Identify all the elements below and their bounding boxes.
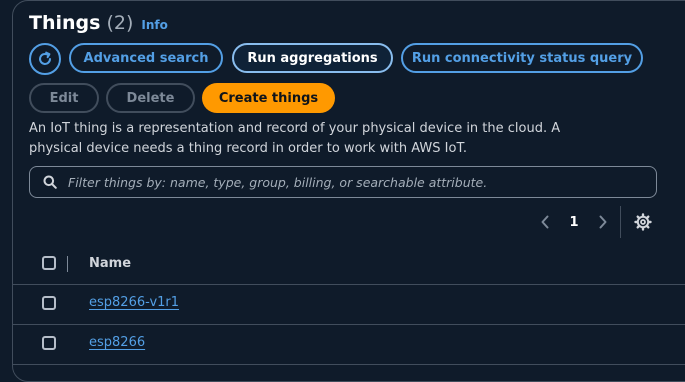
pagination-divider [620, 206, 621, 238]
filter-things-input[interactable] [66, 173, 640, 191]
row-checkbox[interactable] [42, 296, 56, 310]
delete-button[interactable]: Delete [106, 83, 195, 113]
description-text: An IoT thing is a representation and rec… [29, 121, 561, 156]
advanced-search-button[interactable]: Advanced search [69, 43, 223, 73]
row-checkbox[interactable] [42, 336, 56, 350]
filter-search-box[interactable] [29, 166, 657, 198]
refresh-button[interactable] [29, 43, 61, 75]
gear-icon [634, 213, 652, 231]
thing-name-link[interactable]: esp8266-v1r1 [89, 295, 179, 310]
run-connectivity-status-query-button[interactable]: Run connectivity status query [401, 43, 643, 73]
pagination: 1 [536, 207, 612, 237]
page-number-1[interactable]: 1 [554, 215, 594, 230]
select-all-checkbox[interactable] [42, 256, 56, 270]
refresh-icon [39, 51, 51, 65]
create-things-button[interactable]: Create things [202, 83, 335, 113]
chevron-right-icon [599, 215, 607, 229]
edit-button[interactable]: Edit [29, 83, 99, 113]
thing-name-link[interactable]: esp8266 [89, 335, 145, 350]
search-icon [42, 174, 58, 190]
next-page-button[interactable] [594, 215, 612, 229]
run-aggregations-button[interactable]: Run aggregations [232, 43, 393, 73]
previous-page-button[interactable] [536, 215, 554, 229]
thing-count: (2) [106, 12, 134, 34]
page-title: Things [29, 12, 101, 34]
page-header: Things (2) Info [29, 12, 168, 34]
chevron-left-icon [541, 215, 549, 229]
table-preferences-button[interactable] [634, 213, 652, 231]
info-link[interactable]: Info [141, 18, 167, 32]
column-header-name[interactable]: Name [89, 256, 131, 271]
column-separator [67, 256, 68, 272]
